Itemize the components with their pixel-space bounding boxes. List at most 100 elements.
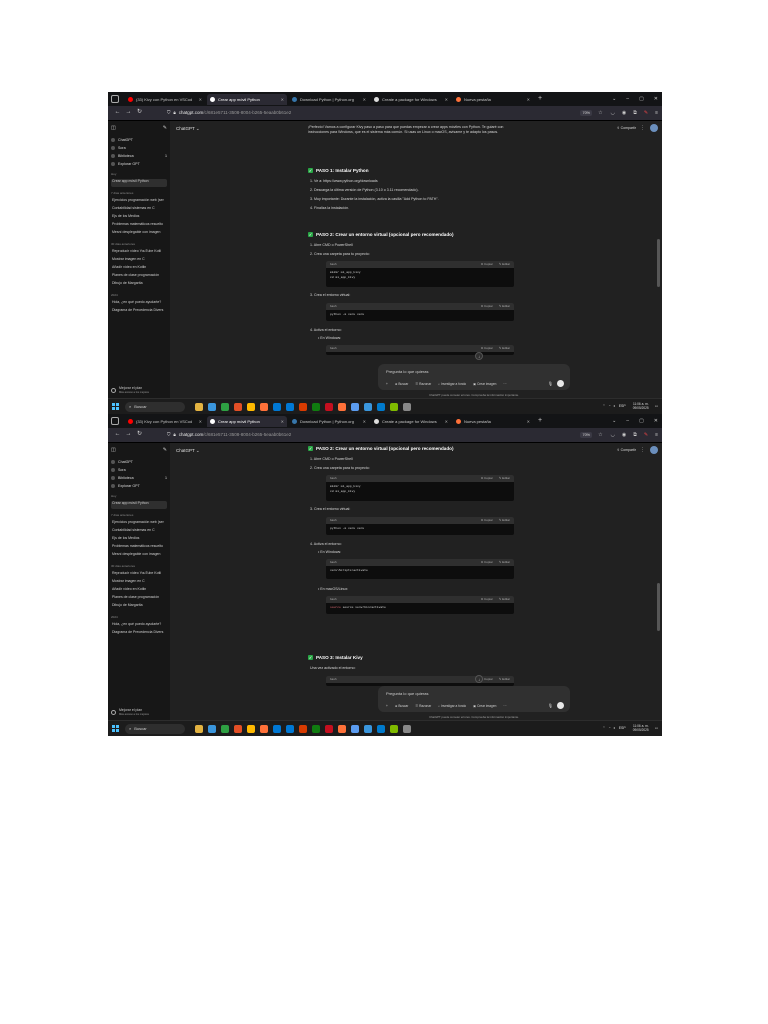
browser-tab[interactable]: (33) Kivy con Python en VSCod ✕: [125, 416, 205, 427]
taskbar-app-icon[interactable]: [390, 402, 398, 411]
sidebar-toggle-icon[interactable]: ◫: [111, 125, 116, 131]
taskbar-app-icon[interactable]: [403, 402, 411, 411]
composer-tool-button[interactable]: ▣ Crear imagen: [473, 382, 496, 386]
more-options-icon[interactable]: ⋮: [640, 447, 645, 453]
scrollbar[interactable]: [657, 583, 660, 631]
edit-button[interactable]: ✎ Editar: [499, 518, 510, 523]
copy-button[interactable]: ⧉ Copiar: [481, 346, 493, 351]
reload-icon[interactable]: ↻: [134, 431, 145, 439]
composer-tool-button[interactable]: ▣ Crear imagen: [473, 704, 496, 708]
sidebar-item[interactable]: ChatGPT: [111, 136, 167, 144]
taskbar-app-icon[interactable]: [325, 402, 333, 411]
window-menu-icon[interactable]: [111, 417, 119, 425]
close-window-icon[interactable]: ✕: [654, 96, 658, 102]
forward-arrow-icon[interactable]: →: [123, 431, 134, 439]
composer-tool-button[interactable]: ⊕ Buscar: [395, 382, 408, 386]
copy-button[interactable]: ⧉ Copiar: [481, 476, 493, 481]
extensions-icon[interactable]: ⧉: [633, 432, 637, 438]
menu-icon[interactable]: ≡: [655, 110, 658, 116]
minimize-icon[interactable]: –: [626, 418, 629, 424]
taskbar-app-icon[interactable]: [208, 724, 216, 733]
edit-button[interactable]: ✎ Editar: [499, 677, 510, 682]
taskbar-app-icon[interactable]: [247, 724, 255, 733]
composer-tool-button[interactable]: ⌕ Investigar a fondo: [438, 382, 466, 386]
chat-history-item[interactable]: Añadir vídeo en Kotlin: [111, 587, 167, 595]
chat-history-item[interactable]: Ejs de los Medios: [111, 536, 167, 544]
close-tab-icon[interactable]: ✕: [527, 97, 530, 102]
chat-history-item[interactable]: Reproducir vídeo YouTube Kotli: [111, 249, 167, 257]
taskbar-app-icon[interactable]: [260, 724, 268, 733]
new-chat-icon[interactable]: ✎: [163, 447, 167, 453]
sidebar-item[interactable]: Biblioteca 1: [111, 474, 167, 482]
composer-tool-button[interactable]: ⊕ Buscar: [395, 704, 408, 708]
close-tab-icon[interactable]: ✕: [445, 419, 448, 424]
chat-history-item[interactable]: Ejs de los Medios: [111, 214, 167, 222]
chat-history-item[interactable]: Añadir vídeo en Kotlin: [111, 265, 167, 273]
extensions-icon[interactable]: ⧉: [633, 110, 637, 116]
browser-tab[interactable]: Download Python | Python.org ✕: [289, 94, 369, 105]
address-field[interactable]: ⛉ 🔒︎ chatgpt.com/c/681e5711-3508-8004-b2…: [167, 431, 497, 440]
close-tab-icon[interactable]: ✕: [281, 419, 284, 424]
browser-tab[interactable]: Crear app móvil Python ✕: [207, 415, 287, 427]
taskbar-app-icon[interactable]: [234, 724, 242, 733]
notifications-icon[interactable]: ▭: [655, 726, 658, 730]
close-tab-icon[interactable]: ✕: [199, 419, 202, 424]
copy-button[interactable]: ⧉ Copiar: [481, 262, 493, 267]
chat-history-item[interactable]: Mostrar imagen en C: [111, 579, 167, 587]
addon-icon[interactable]: ✎: [644, 110, 648, 116]
chat-history-item[interactable]: Planes de clase programación: [111, 273, 167, 281]
new-chat-icon[interactable]: ✎: [163, 125, 167, 131]
taskbar-app-icon[interactable]: [377, 724, 385, 733]
wifi-icon[interactable]: ◔: [608, 404, 610, 408]
taskbar-search[interactable]: ⌕ Buscar: [125, 723, 185, 734]
notifications-icon[interactable]: ▭: [655, 404, 658, 408]
edit-button[interactable]: ✎ Editar: [499, 476, 510, 481]
taskbar-app-icon[interactable]: [325, 724, 333, 733]
sidebar-item[interactable]: Sora: [111, 466, 167, 474]
minimize-icon[interactable]: –: [626, 96, 629, 102]
chevron-up-icon[interactable]: ⌃: [603, 726, 606, 730]
microphone-icon[interactable]: 🎙: [548, 381, 553, 386]
menu-icon[interactable]: ≡: [655, 432, 658, 438]
composer-tool-button[interactable]: ☰ Razonar: [415, 704, 431, 708]
prompt-input[interactable]: Pregunta lo que quieras: [386, 369, 428, 374]
taskbar-app-icon[interactable]: [364, 402, 372, 411]
chat-history-item[interactable]: Hola, ¿en qué puedo ayudarte?: [111, 300, 167, 308]
sidebar-item[interactable]: Explorar GPT: [111, 482, 167, 490]
tab-list-icon[interactable]: ⌄: [612, 96, 616, 102]
zoom-level[interactable]: 70%: [580, 431, 593, 439]
copy-button[interactable]: ⧉ Copiar: [481, 560, 493, 565]
windows-start-icon[interactable]: [112, 725, 119, 732]
composer-tool-button[interactable]: +: [386, 704, 388, 708]
upgrade-plan[interactable]: Mejorar el plan Más acceso a los mejores: [111, 386, 149, 394]
composer[interactable]: Pregunta lo que quieras + ⊕ Buscar ☰ Razon…: [378, 364, 570, 390]
maximize-icon[interactable]: ▢: [639, 418, 644, 424]
close-tab-icon[interactable]: ✕: [281, 97, 284, 102]
edit-button[interactable]: ✎ Editar: [499, 262, 510, 267]
edit-button[interactable]: ✎ Editar: [499, 560, 510, 565]
reload-icon[interactable]: ↻: [134, 109, 145, 117]
taskbar-app-icon[interactable]: [312, 724, 320, 733]
taskbar-app-icon[interactable]: [273, 724, 281, 733]
chat-history-item[interactable]: Contabilidad sistemas en C: [111, 528, 167, 536]
composer[interactable]: Pregunta lo que quieras + ⊕ Buscar ☰ Razon…: [378, 686, 570, 712]
copy-button[interactable]: ⧉ Copiar: [481, 597, 493, 602]
window-menu-icon[interactable]: [111, 95, 119, 103]
back-arrow-icon[interactable]: ←: [112, 431, 123, 439]
volume-icon[interactable]: 🔈︎: [614, 404, 616, 408]
taskbar-app-icon[interactable]: [234, 402, 242, 411]
bookmark-star-icon[interactable]: ☆: [598, 110, 602, 116]
sidebar-item[interactable]: Sora: [111, 144, 167, 152]
taskbar-app-icon[interactable]: [338, 724, 346, 733]
clock[interactable]: 11:06 a. m. 09/05/2025: [633, 402, 649, 411]
chat-history-item[interactable]: Problemas matemáticos resuelto: [111, 544, 167, 552]
taskbar-app-icon[interactable]: [299, 724, 307, 733]
addon-icon[interactable]: ✎: [644, 432, 648, 438]
chat-history-item[interactable]: Ejercicios programación web (ser: [111, 198, 167, 206]
edit-button[interactable]: ✎ Editar: [499, 346, 510, 351]
taskbar-app-icon[interactable]: [221, 724, 229, 733]
prompt-input[interactable]: Pregunta lo que quieras: [386, 691, 428, 696]
account-icon[interactable]: ◉: [622, 432, 626, 438]
edit-button[interactable]: ✎ Editar: [499, 304, 510, 309]
bookmark-star-icon[interactable]: ☆: [598, 432, 602, 438]
